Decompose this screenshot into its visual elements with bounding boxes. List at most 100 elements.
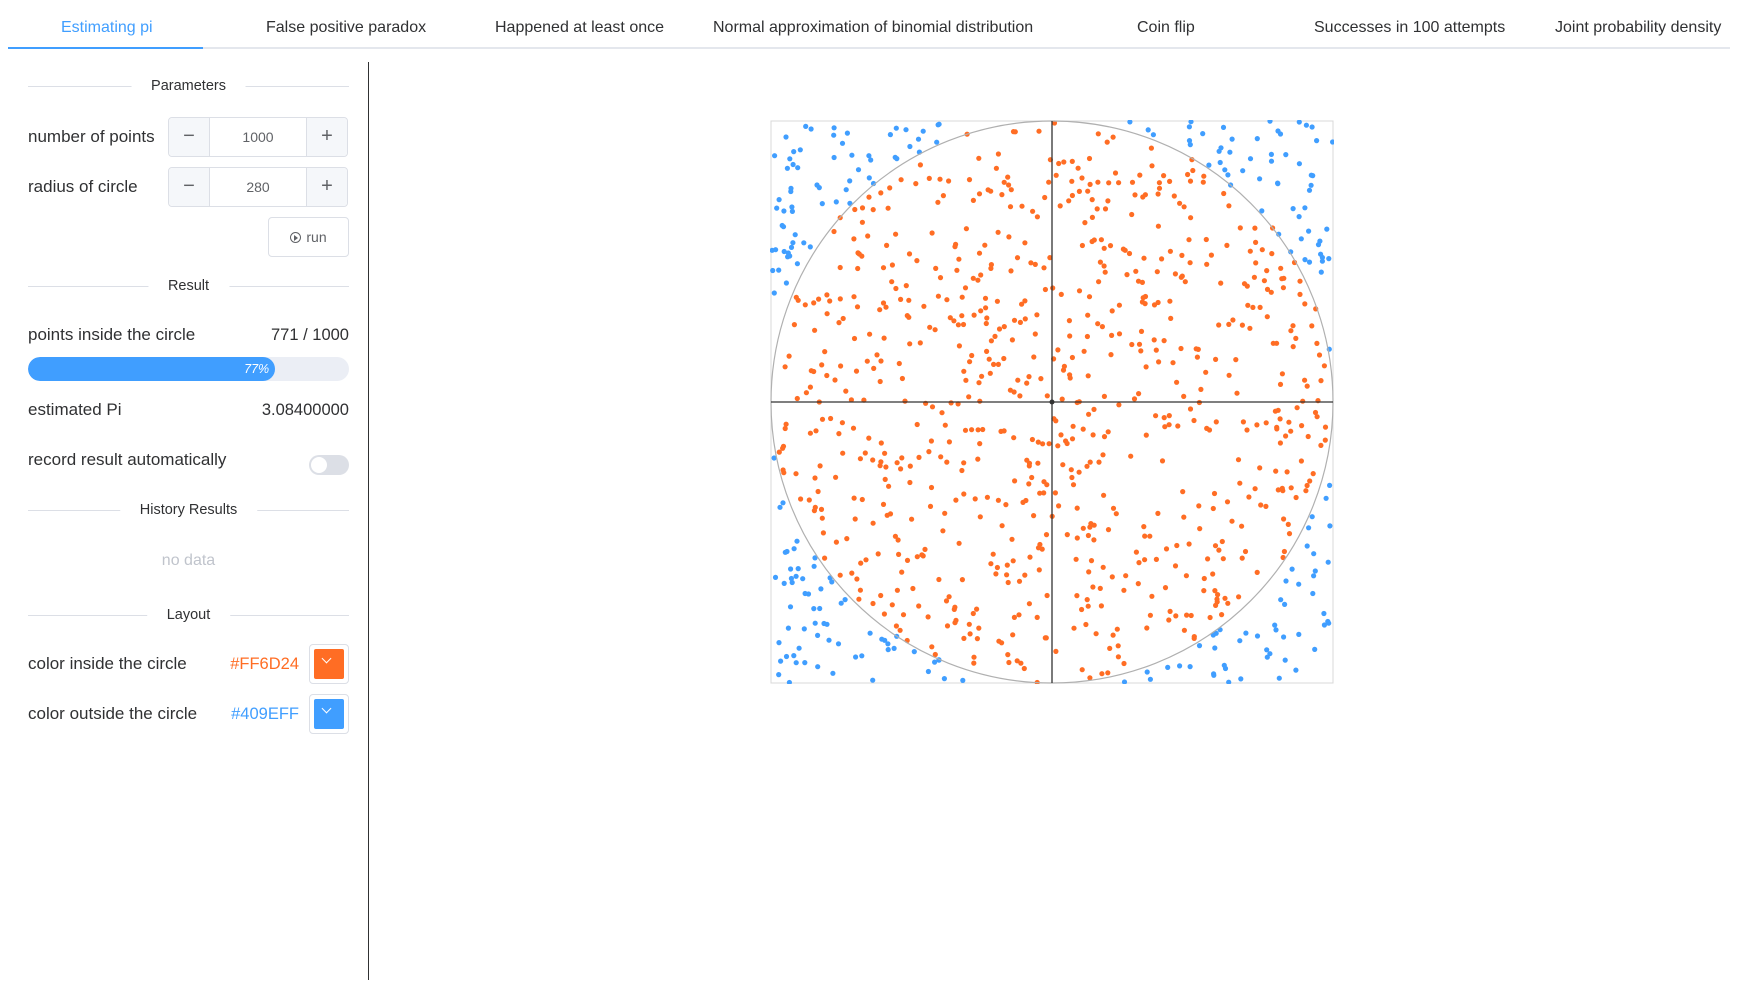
run-button[interactable]: run	[268, 217, 349, 257]
point-inside	[1063, 438, 1069, 444]
point-inside	[1154, 269, 1160, 275]
point-inside	[970, 610, 976, 617]
point-inside	[851, 236, 857, 242]
point-inside	[1307, 478, 1313, 484]
point-inside	[862, 450, 868, 456]
point-inside	[961, 491, 967, 497]
point-inside	[854, 304, 861, 310]
point-inside	[917, 340, 923, 346]
point-inside	[1251, 274, 1257, 280]
point-inside	[1174, 542, 1180, 549]
point-inside	[1143, 432, 1149, 438]
point-inside	[929, 404, 936, 410]
point-outside	[835, 641, 842, 647]
point-inside	[1095, 131, 1101, 137]
point-inside	[1261, 278, 1267, 284]
point-inside	[1224, 242, 1230, 248]
tab-false-positive-paradox[interactable]: False positive paradox	[266, 0, 426, 47]
point-outside	[789, 579, 795, 586]
point-inside	[1036, 567, 1042, 573]
point-outside	[815, 664, 821, 670]
point-inside	[889, 262, 895, 268]
point-inside	[999, 640, 1005, 646]
radius-input[interactable]	[210, 168, 306, 206]
point-inside	[898, 296, 904, 302]
point-outside	[838, 600, 844, 606]
point-inside	[1184, 612, 1190, 618]
point-inside	[1253, 260, 1259, 266]
point-inside	[844, 536, 850, 542]
point-inside	[1097, 585, 1103, 591]
point-inside	[1085, 373, 1091, 379]
point-inside	[1293, 494, 1299, 501]
auto-record-toggle[interactable]	[309, 455, 349, 475]
point-inside	[1116, 331, 1123, 337]
points-increment-button[interactable]: +	[306, 118, 347, 156]
point-outside	[1325, 559, 1331, 565]
point-inside	[1053, 648, 1059, 655]
point-inside	[978, 272, 984, 278]
point-inside	[921, 303, 927, 309]
point-outside	[1276, 675, 1282, 681]
point-inside	[1011, 317, 1018, 323]
tab-estimating-pi[interactable]: Estimating pi	[61, 0, 153, 47]
point-outside	[802, 590, 808, 597]
point-inside	[967, 631, 973, 637]
point-inside	[953, 617, 959, 623]
point-inside	[972, 496, 978, 502]
point-inside	[1283, 433, 1289, 439]
point-inside	[1153, 556, 1159, 562]
point-inside	[1151, 302, 1158, 308]
point-inside	[1167, 178, 1173, 184]
point-inside	[988, 338, 994, 344]
point-inside	[1229, 518, 1235, 524]
point-inside	[1030, 208, 1036, 214]
point-inside	[1187, 178, 1194, 184]
point-inside	[1194, 354, 1200, 360]
point-inside	[1107, 243, 1114, 249]
inside-color-picker[interactable]	[309, 644, 349, 684]
point-inside	[1288, 428, 1294, 434]
point-inside	[1161, 415, 1167, 421]
point-outside	[1268, 151, 1274, 157]
point-inside	[1129, 179, 1136, 185]
tab-joint-probability-density[interactable]: Joint probability density	[1555, 0, 1721, 47]
point-inside	[1321, 363, 1327, 369]
point-inside	[859, 205, 866, 211]
point-inside	[870, 600, 876, 607]
point-inside	[966, 394, 972, 400]
point-inside	[909, 516, 915, 522]
tab-successes-in-100-attempts[interactable]: Successes in 100 attempts	[1314, 0, 1505, 47]
point-inside	[1151, 337, 1157, 343]
points-label: number of points	[28, 127, 155, 146]
point-inside	[1110, 632, 1116, 638]
point-outside	[1222, 167, 1228, 173]
point-inside	[1322, 437, 1328, 443]
point-outside	[1304, 543, 1310, 549]
point-inside	[1263, 420, 1269, 426]
point-inside	[896, 360, 902, 367]
point-inside	[822, 349, 828, 355]
point-inside	[818, 506, 825, 512]
point-inside	[1239, 322, 1245, 328]
tab-normal-approximation[interactable]: Normal approximation of binomial distrib…	[713, 0, 1033, 47]
point-inside	[1034, 614, 1040, 620]
tab-happened-at-least-once[interactable]: Happened at least once	[495, 0, 664, 47]
point-inside	[1161, 338, 1167, 344]
point-inside	[935, 199, 941, 205]
radius-increment-button[interactable]: +	[306, 168, 347, 206]
point-inside	[1089, 214, 1095, 220]
progress-fill: 77%	[28, 357, 276, 381]
points-input[interactable]	[210, 118, 306, 156]
point-inside	[1147, 533, 1153, 539]
point-inside	[837, 572, 843, 578]
outside-color-picker[interactable]	[309, 694, 349, 734]
point-inside	[1109, 332, 1115, 338]
point-inside	[1087, 181, 1093, 187]
point-inside	[1284, 469, 1290, 475]
points-decrement-button[interactable]: −	[169, 118, 210, 156]
radius-decrement-button[interactable]: −	[169, 168, 210, 206]
point-inside	[1177, 200, 1183, 206]
point-inside	[877, 463, 883, 469]
tab-coin-flip[interactable]: Coin flip	[1137, 0, 1195, 47]
